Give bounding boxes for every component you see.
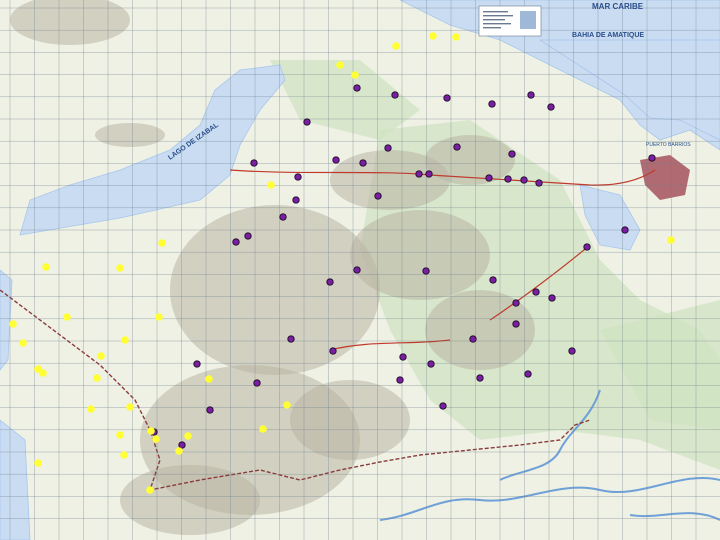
purple-location-marker[interactable] [547,103,555,111]
topographic-map: MAR CARIBE BAHIA DE AMATIQUE PUERTO BARR… [0,0,720,540]
purple-location-marker[interactable] [332,156,340,164]
yellow-location-marker[interactable] [63,313,71,321]
purple-location-marker[interactable] [520,176,528,184]
purple-location-marker[interactable] [250,159,258,167]
yellow-location-marker[interactable] [147,427,155,435]
purple-location-marker[interactable] [535,179,543,187]
purple-location-marker[interactable] [396,376,404,384]
yellow-location-marker[interactable] [121,336,129,344]
purple-location-marker[interactable] [353,84,361,92]
purple-location-marker[interactable] [253,379,261,387]
purple-location-marker[interactable] [621,226,629,234]
purple-location-marker[interactable] [485,174,493,182]
purple-location-marker[interactable] [384,144,392,152]
purple-location-marker[interactable] [527,91,535,99]
purple-location-marker[interactable] [287,335,295,343]
yellow-location-marker[interactable] [146,486,154,494]
yellow-location-marker[interactable] [116,431,124,439]
purple-location-marker[interactable] [548,294,556,302]
purple-location-marker[interactable] [374,192,382,200]
yellow-location-marker[interactable] [19,339,27,347]
yellow-location-marker[interactable] [175,447,183,455]
purple-location-marker[interactable] [244,232,252,240]
yellow-location-marker[interactable] [42,263,50,271]
purple-location-marker[interactable] [648,154,656,162]
yellow-location-marker[interactable] [392,42,400,50]
yellow-location-marker[interactable] [283,401,291,409]
yellow-location-marker[interactable] [87,405,95,413]
purple-location-marker[interactable] [427,360,435,368]
yellow-location-marker[interactable] [184,432,192,440]
purple-location-marker[interactable] [425,170,433,178]
yellow-location-marker[interactable] [126,403,134,411]
purple-location-marker[interactable] [512,299,520,307]
yellow-location-marker[interactable] [93,374,101,382]
purple-location-marker[interactable] [439,402,447,410]
sea-label: MAR CARIBE [592,2,644,11]
purple-location-marker[interactable] [568,347,576,355]
yellow-location-marker[interactable] [267,181,275,189]
yellow-location-marker[interactable] [205,375,213,383]
map-base-layer: MAR CARIBE BAHIA DE AMATIQUE PUERTO BARR… [0,0,720,540]
yellow-location-marker[interactable] [351,71,359,79]
purple-location-marker[interactable] [443,94,451,102]
purple-location-marker[interactable] [508,150,516,158]
yellow-location-marker[interactable] [158,239,166,247]
yellow-location-marker[interactable] [429,32,437,40]
purple-location-marker[interactable] [476,374,484,382]
yellow-location-marker[interactable] [336,61,344,69]
yellow-location-marker[interactable] [39,369,47,377]
purple-location-marker[interactable] [206,406,214,414]
purple-location-marker[interactable] [329,347,337,355]
purple-location-marker[interactable] [359,159,367,167]
purple-location-marker[interactable] [453,143,461,151]
yellow-location-marker[interactable] [155,313,163,321]
yellow-location-marker[interactable] [116,264,124,272]
bay-label: BAHIA DE AMATIQUE [572,32,644,39]
purple-location-marker[interactable] [532,288,540,296]
purple-location-marker[interactable] [415,170,423,178]
purple-location-marker[interactable] [303,118,311,126]
purple-location-marker[interactable] [469,335,477,343]
yellow-location-marker[interactable] [152,435,160,443]
purple-location-marker[interactable] [294,173,302,181]
purple-location-marker[interactable] [193,360,201,368]
city-label: PUERTO BARRIOS [646,142,691,148]
purple-location-marker[interactable] [399,353,407,361]
yellow-location-marker[interactable] [452,33,460,41]
purple-location-marker[interactable] [422,267,430,275]
yellow-location-marker[interactable] [259,425,267,433]
yellow-location-marker[interactable] [9,320,17,328]
yellow-location-marker[interactable] [120,451,128,459]
purple-location-marker[interactable] [279,213,287,221]
yellow-location-marker[interactable] [97,352,105,360]
yellow-location-marker[interactable] [667,236,675,244]
purple-location-marker[interactable] [326,278,334,286]
purple-location-marker[interactable] [512,320,520,328]
purple-location-marker[interactable] [489,276,497,284]
yellow-location-marker[interactable] [34,459,42,467]
purple-location-marker[interactable] [353,266,361,274]
purple-location-marker[interactable] [391,91,399,99]
purple-location-marker[interactable] [232,238,240,246]
purple-location-marker[interactable] [178,441,186,449]
purple-location-marker[interactable] [524,370,532,378]
purple-location-marker[interactable] [488,100,496,108]
purple-location-marker[interactable] [583,243,591,251]
purple-location-marker[interactable] [504,175,512,183]
purple-location-marker[interactable] [292,196,300,204]
